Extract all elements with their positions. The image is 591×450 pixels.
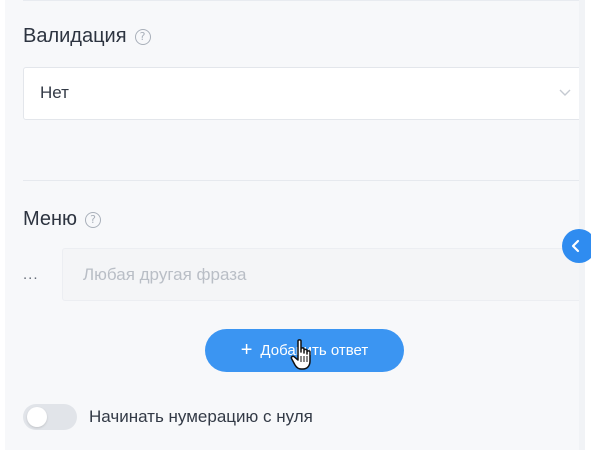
numbering-toggle-row: Начинать нумерацию с нуля bbox=[23, 404, 313, 430]
plus-icon: + bbox=[240, 338, 253, 361]
chevron-down-icon bbox=[559, 89, 571, 96]
start-numbering-from-zero-label: Начинать нумерацию с нуля bbox=[89, 407, 313, 426]
chevron-left-glyph bbox=[571, 239, 580, 253]
add-answer-label: Добавить ответ bbox=[260, 342, 369, 359]
toggle-knob bbox=[27, 407, 47, 427]
question-circle-icon[interactable]: ? bbox=[134, 28, 151, 45]
menu-label: Меню bbox=[23, 208, 78, 230]
add-answer-button[interactable]: + Добавить ответ bbox=[205, 329, 404, 372]
menu-section-label: Меню ? bbox=[23, 208, 102, 231]
top-divider bbox=[23, 0, 585, 1]
section-divider bbox=[23, 180, 585, 181]
start-numbering-from-zero-toggle[interactable] bbox=[23, 404, 77, 430]
validation-select-value: Нет bbox=[40, 83, 69, 102]
question-circle-icon[interactable]: ? bbox=[85, 211, 102, 228]
validation-label: Валидация bbox=[23, 25, 127, 47]
chevron-left-icon[interactable] bbox=[562, 229, 591, 263]
bot-settings-panel: Валидация ? Нет Меню ? ... + Добавить от… bbox=[5, 0, 585, 450]
menu-option-row: ... bbox=[23, 248, 585, 301]
menu-option-marker: ... bbox=[23, 266, 39, 283]
validation-section-label: Валидация ? bbox=[23, 25, 151, 48]
validation-select[interactable]: Нет bbox=[23, 67, 585, 120]
panel-right-edge bbox=[579, 0, 585, 450]
any-other-phrase-input[interactable] bbox=[62, 248, 585, 301]
